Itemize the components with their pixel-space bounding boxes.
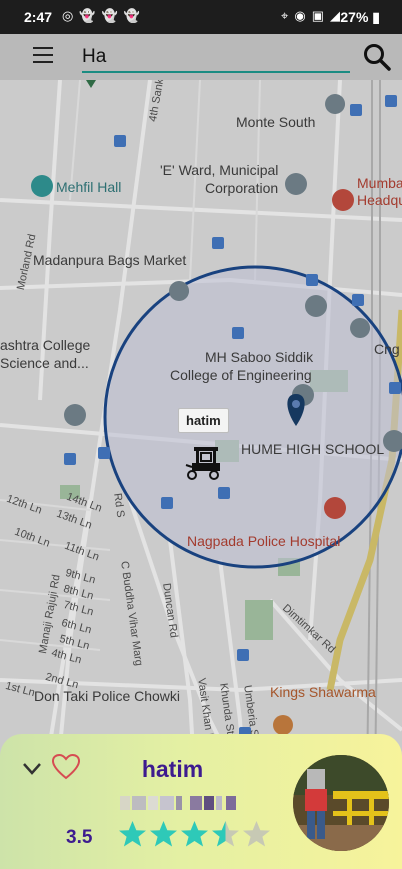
bus-stop-icon (237, 649, 249, 661)
map-label: MH Saboo Siddik (205, 349, 314, 365)
bus-stop-icon (212, 237, 224, 249)
map-label: ashtra College (0, 337, 91, 353)
snapchat-icon: 👻 (101, 8, 118, 23)
rating-value: 3.5 (66, 827, 93, 848)
map-label: Mehfil Hall (56, 179, 122, 195)
map-label: Corporation (205, 180, 279, 196)
bus-stop-icon (98, 447, 110, 459)
map-label: HUME HIGH SCHOOL (241, 441, 385, 457)
star-half-icon (211, 820, 240, 849)
bus-stop-icon (385, 95, 397, 107)
selected-place-pin-icon (287, 394, 305, 426)
map-label: Headqu (357, 192, 402, 208)
star-filled-icon (149, 820, 178, 849)
bus-stop-icon (306, 274, 318, 286)
map-label: Madanpura Bags Market (33, 252, 187, 268)
hospital-icon (324, 497, 346, 519)
clock: 2:47 (24, 9, 53, 25)
hamburger-menu-icon[interactable] (33, 47, 53, 63)
street-label: Rd S (111, 492, 127, 519)
location-icon: ⌖ (281, 8, 289, 23)
place-pin-icon (350, 318, 371, 338)
hotspot-icon: ◉ (294, 8, 306, 23)
bus-stop-icon (352, 294, 364, 306)
snapchat-icon: 👻 (123, 8, 140, 23)
status-bar: 2:47 ◎ 👻 👻 👻 ⌖ ◉ ▣ ◢ 27% ▮ (0, 0, 402, 34)
map-label: Monte South (236, 114, 316, 130)
battery-level: 27% ▮ (340, 9, 380, 25)
vendor-name: hatim (141, 756, 204, 782)
system-icons: ⌖ ◉ ▣ ◢ (281, 8, 340, 24)
school-icon (305, 295, 327, 317)
bus-stop-icon (232, 327, 244, 339)
map-label: Science and... (0, 355, 89, 371)
bus-stop-icon (389, 382, 401, 394)
avatar-photo (293, 755, 389, 851)
snapchat-icon: 👻 (79, 8, 96, 23)
restaurant-icon (273, 715, 293, 735)
bus-stop-icon (350, 104, 362, 116)
bus-stop-icon (114, 135, 126, 147)
star-empty-icon (242, 820, 271, 849)
vendor-bottom-card[interactable]: hatim 3.5 (0, 734, 402, 869)
search-input[interactable] (82, 43, 350, 73)
food-cart-icon[interactable] (184, 445, 222, 481)
vendor-avatar[interactable] (293, 755, 389, 851)
vendor-marker-label[interactable]: hatim (178, 408, 229, 433)
landmark-icon (31, 175, 53, 197)
signal-icon: ◢ (330, 8, 340, 23)
blurred-vendor-details (120, 796, 236, 812)
search-toolbar (0, 34, 402, 80)
star-filled-icon (180, 820, 209, 849)
school-icon (64, 404, 86, 426)
map-label: Kings Shawarma (270, 684, 376, 700)
place-pin-icon (325, 94, 346, 138)
map-label: College of Engineering (170, 367, 312, 383)
search-icon[interactable] (362, 42, 392, 72)
map-label: 'E' Ward, Municipal (160, 162, 279, 178)
bus-stop-icon (64, 453, 76, 465)
map-label: Cng (374, 341, 400, 357)
whatsapp-icon: ◎ (62, 8, 74, 23)
map-label: Don Taki Police Chowki (34, 688, 181, 704)
place-pin-icon (169, 281, 190, 301)
map-label: Nagpada Police Hospital (187, 533, 341, 549)
school-icon (383, 430, 402, 452)
volte-icon: ▣ (311, 8, 324, 23)
government-building-icon (332, 189, 354, 211)
star-filled-icon (118, 820, 147, 849)
notification-icons: ◎ 👻 👻 👻 (62, 8, 140, 24)
school-icon (285, 173, 307, 195)
bus-stop-icon (161, 497, 173, 509)
map-label: Mumba (357, 175, 402, 191)
bus-stop-icon (218, 487, 230, 499)
rating-stars (118, 820, 271, 849)
